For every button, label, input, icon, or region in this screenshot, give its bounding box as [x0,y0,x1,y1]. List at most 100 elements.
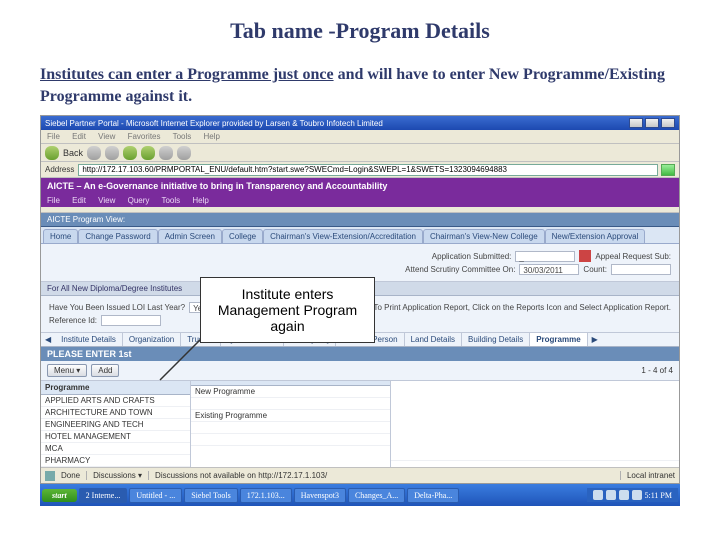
address-bar: Address [41,162,679,178]
address-input[interactable] [78,164,658,176]
app-menu-tools[interactable]: Tools [161,196,180,205]
clock[interactable]: 5:11 PM [645,491,673,500]
tab-change-password[interactable]: Change Password [78,229,157,243]
ie-menu-help[interactable]: Help [204,132,220,141]
callout-box: Institute enters Management Program agai… [200,277,375,343]
tab-chairman-new-college[interactable]: Chairman's View-New College [423,229,545,243]
programme-cell[interactable]: MCA [41,443,190,455]
zone-local-intranet: Local intranet [620,471,675,480]
count-label: Count: [583,265,607,274]
ie-menu-file[interactable]: File [47,132,60,141]
subtitle-underlined: Institutes can enter a Programme just on… [40,66,334,83]
taskbar-item[interactable]: 172.1.103... [240,488,292,503]
ie-menu-tools[interactable]: Tools [173,132,192,141]
pager-text: 1 - 4 of 4 [641,366,673,375]
window-titlebar: Siebel Partner Portal - Microsoft Intern… [41,116,679,130]
app-menubar: File Edit View Query Tools Help [41,194,679,207]
tab-chairman-extension[interactable]: Chairman's View-Extension/Accreditation [263,229,423,243]
favorites-icon[interactable] [177,146,191,160]
app-submitted-value: _ [515,251,575,262]
taskbar-item[interactable]: Untitled - ... [129,488,182,503]
list-toolbar: Menu ▾ Add 1 - 4 of 4 [41,361,679,381]
taskbar-item[interactable]: Havenspot3 [294,488,346,503]
forward-icon[interactable] [87,146,101,160]
attend-value: 30/03/2011 [519,264,579,275]
tab-college[interactable]: College [222,229,263,243]
minimize-button[interactable] [629,118,643,128]
flag-icon [579,250,591,262]
home-icon[interactable] [141,146,155,160]
loi-label: Have You Been Issued LOI Last Year? [49,303,185,312]
windows-taskbar: start 2 Interne... Untitled - ... Siebel… [40,484,680,506]
tab-admin-screen[interactable]: Admin Screen [158,229,222,243]
count-value [611,264,671,275]
reference-id-value [101,315,161,326]
type-cell[interactable] [191,434,390,446]
app-menu-file[interactable]: File [47,196,60,205]
tray-icon[interactable] [632,490,642,500]
stop-icon[interactable] [105,146,119,160]
app-menu-edit[interactable]: Edit [72,196,86,205]
maximize-button[interactable] [645,118,659,128]
app-menu-help[interactable]: Help [192,196,208,205]
tray-icon[interactable] [619,490,629,500]
tab-home[interactable]: Home [43,229,78,243]
done-icon [45,471,55,481]
close-button[interactable] [661,118,675,128]
subtab-building-details[interactable]: Building Details [462,333,530,346]
appeal-label: Appeal Request Sub: [595,252,671,261]
go-button[interactable] [661,164,675,176]
type-cell[interactable]: Existing Programme [191,410,390,422]
window-title: Siebel Partner Portal - Microsoft Intern… [45,119,383,128]
taskbar-item[interactable]: Changes_A... [348,488,405,503]
address-label: Address [45,165,74,174]
ie-menubar: File Edit View Favorites Tools Help [41,130,679,144]
please-enter-bar: PLEASE ENTER 1st [41,347,679,361]
subtab-scroll-right[interactable]: ▶ [588,333,602,346]
slide-subtitle: Institutes can enter a Programme just on… [40,64,680,107]
taskbar-item[interactable]: Siebel Tools [184,488,238,503]
tray-icon[interactable] [606,490,616,500]
reference-id-label: Reference Id: [49,316,97,325]
view-title: AICTE Program View: [41,213,679,227]
menu-dropdown[interactable]: Menu ▾ [47,364,87,377]
search-icon[interactable] [159,146,173,160]
app-menu-query[interactable]: Query [128,196,150,205]
print-hint: To Print Application Report, Click on th… [374,303,672,312]
tray-icon[interactable] [593,490,603,500]
programme-cell[interactable]: HOTEL MANAGEMENT [41,431,190,443]
programme-cell[interactable]: ENGINEERING AND TECH [41,419,190,431]
attend-label: Attend Scrutiny Committee On: [405,265,515,274]
discussions-dropdown[interactable]: Discussions ▾ [86,471,142,480]
start-button[interactable]: start [42,489,77,502]
status-done: Done [61,471,80,480]
tab-new-extension-approval[interactable]: New/Extension Approval [545,229,646,243]
subtab-land-details[interactable]: Land Details [405,333,462,346]
programme-cell[interactable]: APPLIED ARTS AND CRAFTS [41,395,190,407]
type-cell[interactable]: New Programme [191,386,390,398]
type-cell[interactable] [191,398,390,410]
system-tray[interactable]: 5:11 PM [587,488,679,502]
back-icon[interactable] [45,146,59,160]
refresh-icon[interactable] [123,146,137,160]
app-submitted-label: Application Submitted: [432,252,512,261]
programme-cell[interactable]: PHARMACY [41,455,190,467]
app-menu-view[interactable]: View [98,196,115,205]
subtab-programme[interactable]: Programme [530,333,587,346]
taskbar-item[interactable]: 2 Interne... [79,488,128,503]
ie-toolbar: Back [41,144,679,162]
app-banner: AICTE – An e-Governance initiative to br… [41,178,679,194]
ie-menu-edit[interactable]: Edit [72,132,86,141]
ie-menu-view[interactable]: View [98,132,115,141]
programme-grid: Programme APPLIED ARTS AND CRAFTS ARCHIT… [41,381,679,467]
add-button[interactable]: Add [91,364,119,377]
ie-menu-favorites[interactable]: Favorites [128,132,161,141]
ie-statusbar: Done Discussions ▾ Discussions not avail… [41,467,679,483]
taskbar-item[interactable]: Delta-Pha... [407,488,459,503]
subtab-institute-details[interactable]: Institute Details [55,333,123,346]
discussions-not-available: Discussions not available on http://172.… [148,471,327,480]
type-cell[interactable] [191,422,390,434]
back-label[interactable]: Back [63,148,83,158]
programme-cell[interactable]: ARCHITECTURE AND TOWN [41,407,190,419]
subtab-scroll-left[interactable]: ◀ [41,333,55,346]
